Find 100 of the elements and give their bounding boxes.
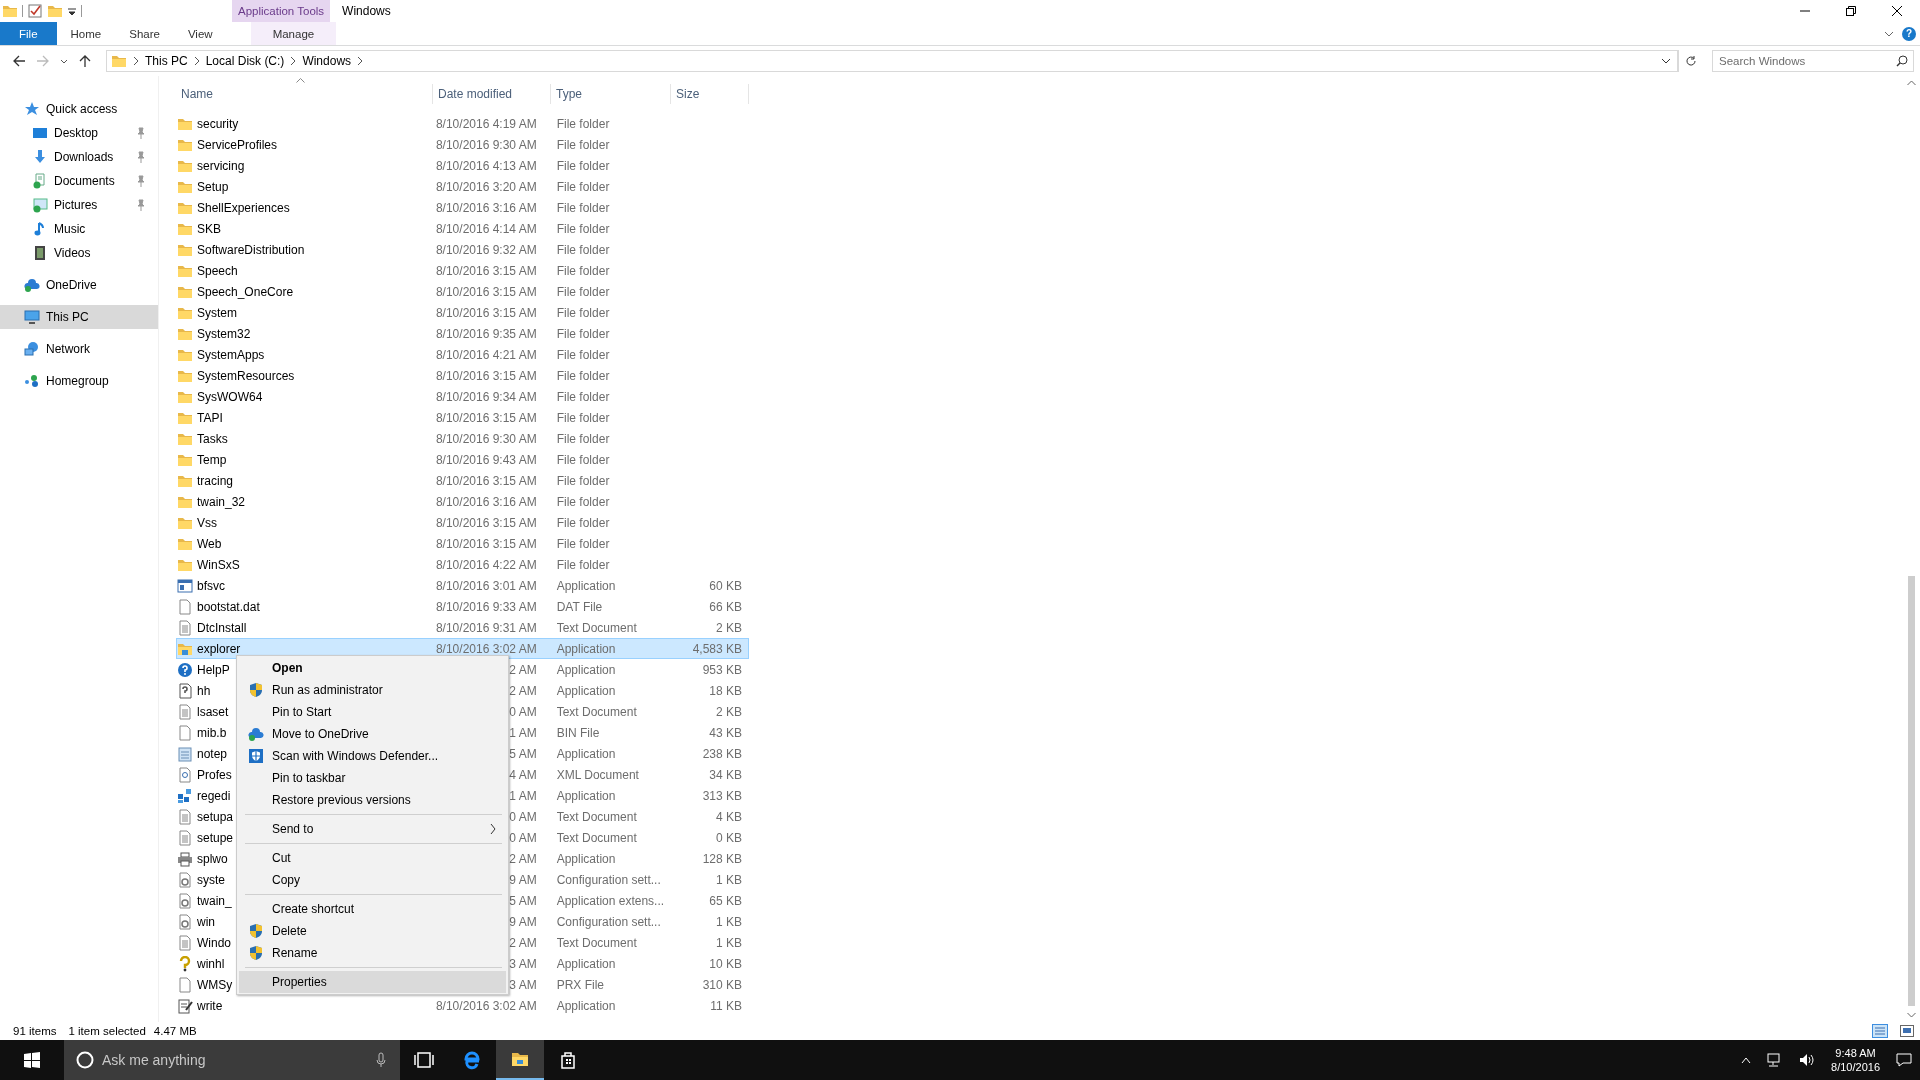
nav-item[interactable]: Documents	[0, 169, 158, 193]
file-name[interactable]: twain_	[197, 893, 232, 908]
nav-item[interactable]: Pictures	[0, 193, 158, 217]
breadcrumb[interactable]: This PC	[145, 54, 188, 68]
menu-item[interactable]: Pin to Start	[239, 701, 506, 723]
file-name[interactable]: WMSy	[197, 977, 233, 992]
cortana-search-field[interactable]: Ask me anything	[64, 1040, 400, 1080]
breadcrumb[interactable]: Windows	[302, 54, 352, 68]
nav-item[interactable]: Homegroup	[0, 369, 158, 393]
menu-item[interactable]: Properties	[239, 971, 506, 993]
file-name[interactable]: Speech	[197, 263, 238, 278]
file-name[interactable]: Windo	[197, 935, 231, 950]
file-name[interactable]: SystemApps	[197, 347, 265, 362]
menu-item[interactable]: Cut	[239, 847, 506, 869]
nav-item[interactable]: Quick access	[0, 97, 158, 121]
file-name[interactable]: setupa	[197, 809, 234, 824]
menu-item[interactable]: Send to	[239, 818, 506, 840]
nav-item[interactable]: OneDrive	[0, 273, 158, 297]
file-name[interactable]: regedi	[197, 788, 231, 803]
nav-item[interactable]: Music	[0, 217, 158, 241]
search-field[interactable]: Search Windows	[1712, 50, 1914, 72]
ribbon-tab[interactable]: Home	[56, 22, 116, 45]
file-name[interactable]: Tasks	[197, 431, 228, 446]
clock[interactable]: 9:48 AM 8/10/2016	[1831, 1046, 1880, 1074]
menu-item[interactable]: Scan with Windows Defender...	[239, 745, 506, 767]
file-name[interactable]: Vss	[197, 515, 217, 530]
taskbar-button[interactable]	[496, 1040, 544, 1080]
checklist-icon[interactable]	[27, 3, 43, 19]
file-name[interactable]: write	[197, 998, 223, 1013]
menu-item[interactable]: Delete	[239, 920, 506, 942]
selected-row[interactable]: explorer 8/10/2016 3:02 AM Application 4,583 KB	[176, 638, 749, 659]
file-name[interactable]: TAPI	[197, 410, 223, 425]
column-header[interactable]: Type	[551, 84, 671, 104]
menu-item[interactable]: Copy	[239, 869, 506, 891]
back-icon[interactable]	[12, 54, 26, 68]
ribbon-tab[interactable]: View	[173, 22, 227, 45]
up-icon[interactable]	[78, 54, 92, 68]
breadcrumb[interactable]: Local Disk (C:)	[205, 54, 285, 68]
menu-item[interactable]: Restore previous versions	[239, 789, 506, 811]
nav-item[interactable]: This PC	[0, 305, 158, 329]
file-name[interactable]: servicing	[197, 158, 245, 173]
nav-item[interactable]: Videos	[0, 241, 158, 265]
column-header[interactable]: Name	[176, 84, 433, 104]
file-name[interactable]: mib.b	[197, 725, 227, 740]
file-name[interactable]: hh	[197, 683, 211, 698]
nav-item[interactable]: Desktop	[0, 121, 158, 145]
chevron-up-icon[interactable]	[1741, 1056, 1752, 1064]
file-name[interactable]: bootstat.dat	[197, 599, 260, 614]
file-name[interactable]: DtcInstall	[197, 620, 247, 635]
windows-logo-icon[interactable]	[24, 1052, 40, 1068]
file-name[interactable]: lsaset	[197, 704, 229, 719]
file-name[interactable]: SystemResources	[197, 368, 295, 383]
menu-item[interactable]: Create shortcut	[239, 898, 506, 920]
details-view-icon[interactable]	[1872, 1024, 1888, 1038]
notification-icon[interactable]	[1896, 1052, 1912, 1068]
address-bar[interactable]: This PC Local Disk (C:) Windows	[106, 50, 1678, 72]
file-name[interactable]: SoftwareDistribution	[197, 242, 305, 257]
file-name[interactable]: WinSxS	[197, 557, 240, 572]
help-button[interactable]: ?	[1902, 26, 1916, 41]
file-name[interactable]: explorer	[197, 641, 241, 656]
menu-item[interactable]: Move to OneDrive	[239, 723, 506, 745]
dropdown-icon[interactable]	[1661, 56, 1671, 66]
file-name[interactable]: ShellExperiences	[197, 200, 290, 215]
file-name[interactable]: twain_32	[197, 494, 246, 509]
ribbon-tab[interactable]: Manage	[250, 22, 337, 45]
file-name[interactable]: Web	[197, 536, 222, 551]
file-name[interactable]: SysWOW64	[197, 389, 263, 404]
file-name[interactable]: Temp	[197, 452, 227, 467]
menu-item[interactable]: Run as administrator	[239, 679, 506, 701]
volume-icon[interactable]	[1799, 1053, 1816, 1067]
date-modified: 8/10/2016 4:19 AM	[435, 116, 537, 131]
file-name[interactable]: splwo	[197, 851, 228, 866]
nav-item[interactable]: Downloads	[0, 145, 158, 169]
file-tab[interactable]: File	[0, 22, 57, 45]
nav-item[interactable]: Network	[0, 337, 158, 361]
menu-item[interactable]: Rename	[239, 942, 506, 964]
file-name[interactable]: winhl	[197, 956, 225, 971]
date-modified: 8/10/2016 4:22 AM	[435, 557, 537, 572]
file-name[interactable]: System	[197, 305, 237, 320]
file-name[interactable]: tracing	[197, 473, 234, 488]
file-name[interactable]: Setup	[197, 179, 229, 194]
menu-item[interactable]: Pin to taskbar	[239, 767, 506, 789]
menu-item[interactable]: Open	[239, 657, 506, 679]
file-name[interactable]: ServiceProfiles	[197, 137, 278, 152]
file-name[interactable]: SKB	[197, 221, 221, 236]
file-name[interactable]: syste	[197, 872, 225, 887]
file-name[interactable]: HelpP	[197, 662, 230, 677]
file-name[interactable]: setupe	[197, 830, 234, 845]
file-name[interactable]: security	[197, 116, 239, 131]
column-header[interactable]: Date modified	[433, 84, 551, 104]
scrollbar-thumb[interactable]	[1908, 576, 1915, 1006]
file-name[interactable]: System32	[197, 326, 251, 341]
file-name[interactable]: Profes	[197, 767, 232, 782]
large-icons-view-icon[interactable]	[1900, 1025, 1914, 1037]
column-header[interactable]: Size	[671, 84, 749, 104]
file-name[interactable]: Speech_OneCore	[197, 284, 294, 299]
file-name[interactable]: bfsvc	[197, 578, 225, 593]
file-name[interactable]: win	[197, 914, 215, 929]
ribbon-tab[interactable]: Share	[115, 22, 174, 45]
file-name[interactable]: notep	[197, 746, 228, 761]
